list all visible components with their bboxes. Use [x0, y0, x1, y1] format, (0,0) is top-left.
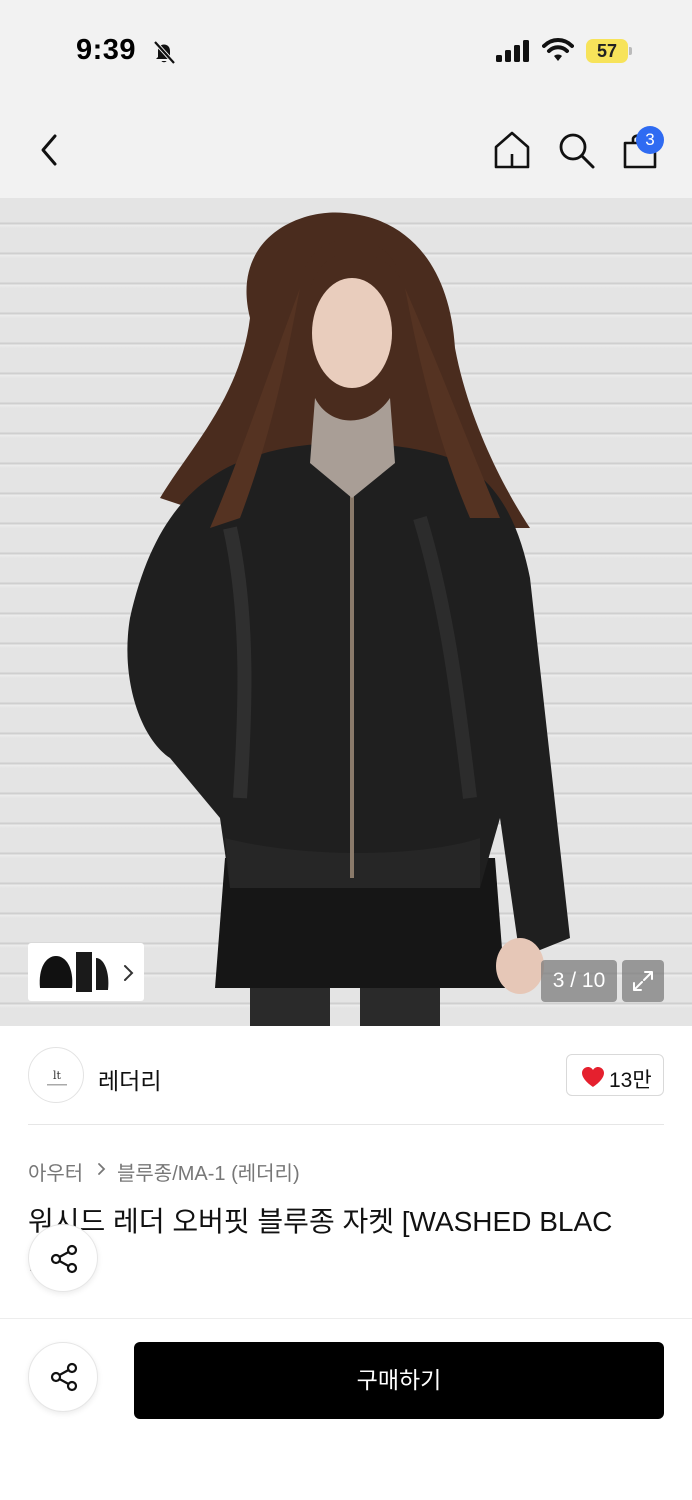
product-title: 워시드 레더 오버핏 블루종 자켓 [WASHED BLAC — [28, 1206, 613, 1237]
brand-name[interactable]: 레더리 — [98, 1062, 161, 1096]
buy-button[interactable]: 구매하기 — [134, 1342, 664, 1419]
chevron-right-icon — [98, 1163, 106, 1175]
search-icon[interactable] — [554, 128, 598, 172]
product-image-gallery[interactable] — [0, 198, 692, 1026]
wifi-icon — [542, 38, 574, 61]
chevron-left-icon[interactable] — [32, 128, 68, 172]
bell-slash-icon — [153, 40, 176, 65]
heart-icon — [582, 1067, 604, 1087]
expand-button[interactable] — [622, 960, 664, 1002]
brand-logo-mark: lt — [47, 1069, 67, 1086]
status-time: 9:39 — [76, 34, 137, 66]
cart-count-badge: 3 — [636, 126, 664, 154]
thumbnail-images — [34, 948, 120, 996]
like-count: 13만 — [609, 1069, 652, 1092]
battery-nub — [629, 47, 632, 55]
breadcrumb-subcategory[interactable]: 블루종/MA-1 (레더리) — [117, 1157, 300, 1186]
battery-level: 57 — [596, 41, 618, 61]
image-counter: 3 / 10 — [541, 960, 617, 1002]
expand-icon — [633, 971, 653, 991]
divider — [28, 1124, 664, 1125]
breadcrumb-category[interactable]: 아우터 — [28, 1157, 83, 1186]
share-button[interactable] — [28, 1342, 98, 1412]
like-button[interactable]: 13만 — [566, 1054, 664, 1096]
home-icon[interactable] — [490, 128, 534, 172]
share-icon — [50, 1362, 78, 1392]
floating-share-button[interactable] — [28, 1224, 98, 1292]
product-photo — [127, 212, 571, 1026]
svg-text:lt: lt — [53, 1069, 62, 1082]
cellular-signal-icon — [496, 40, 529, 62]
battery-icon: 57 — [586, 39, 632, 63]
brand-logo[interactable]: lt — [28, 1047, 84, 1103]
share-icon — [50, 1244, 78, 1274]
chevron-right-icon[interactable] — [122, 962, 136, 984]
